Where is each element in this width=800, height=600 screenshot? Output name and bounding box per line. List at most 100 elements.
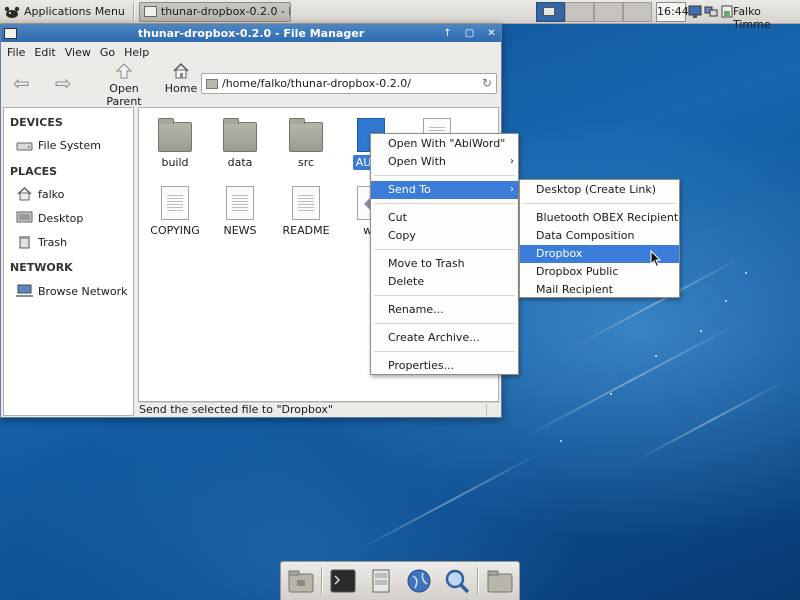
network-folder-icon (16, 284, 33, 297)
menu-cut[interactable]: Cut (371, 209, 518, 227)
sidebar-header-devices: DEVICES (10, 116, 63, 129)
desktop-sparkle (745, 272, 747, 274)
desktop-sparkle (725, 300, 727, 302)
user-name[interactable]: Falko Timme (733, 5, 800, 31)
folder-icon (158, 118, 192, 152)
workspace-1[interactable] (536, 2, 565, 22)
maximize-button[interactable]: ▢ (463, 27, 476, 40)
taskbar-window-button[interactable]: thunar-dropbox-0.2.0 - F... (138, 1, 291, 22)
menu-file[interactable]: File (4, 46, 31, 59)
menu-delete[interactable]: Delete (371, 273, 518, 291)
back-button[interactable]: ⇦ (13, 72, 30, 94)
network-icon[interactable] (704, 3, 718, 19)
menu-help[interactable]: Help (121, 46, 155, 59)
desktop-light-streak (352, 448, 548, 554)
folder-icon[interactable] (486, 568, 514, 594)
menu-edit[interactable]: Edit (31, 46, 61, 59)
folder-icon (206, 78, 218, 89)
applications-menu-button[interactable]: Applications Menu (0, 1, 131, 23)
status-bar: Send the selected file to "Dropbox" (138, 402, 499, 416)
search-icon[interactable] (443, 568, 471, 594)
mouse-cursor-icon (650, 250, 662, 268)
menu-bluetooth-obex[interactable]: Bluetooth OBEX Recipient (520, 209, 679, 227)
reload-icon[interactable]: ↻ (482, 76, 492, 90)
workspace-window-thumbnail (543, 7, 555, 16)
file-item-build[interactable]: build (145, 118, 205, 169)
file-item-copying[interactable]: COPYING (145, 186, 205, 237)
bottom-dock (280, 561, 520, 600)
sidebar-item-falko[interactable]: falko (16, 187, 64, 201)
menu-open-with-abiword[interactable]: Open With "AbiWord" (371, 135, 518, 153)
clock[interactable]: 16:44 (656, 2, 689, 22)
menu-separator (523, 203, 676, 204)
menu-go[interactable]: Go (97, 46, 121, 59)
workspace-4[interactable] (623, 2, 652, 22)
close-button[interactable]: ✕ (485, 27, 498, 40)
open-parent-button[interactable]: Open Parent (91, 62, 157, 108)
workspace-2[interactable] (565, 2, 594, 22)
menu-separator (374, 295, 515, 296)
file-manager-icon[interactable] (367, 568, 395, 594)
file-name: README (282, 224, 330, 237)
desktop-light-streak (514, 319, 746, 443)
sidebar-item-browse-network[interactable]: Browse Network (16, 284, 127, 298)
sidebar-item-label: falko (38, 187, 65, 201)
window-title: thunar-dropbox-0.2.0 - File Manager (137, 27, 365, 40)
dock-separator (321, 567, 323, 595)
folder-icon (223, 118, 257, 152)
menu-item-label: Open With (388, 155, 446, 168)
desktop-light-streak (630, 377, 790, 465)
battery-icon[interactable] (720, 3, 734, 19)
applications-menu-label: Applications Menu (24, 5, 125, 18)
menu-separator (374, 175, 515, 176)
network-monitor-icon[interactable] (688, 3, 702, 19)
menu-move-to-trash[interactable]: Move to Trash (371, 255, 518, 273)
sidebar-item-label: Browse Network (38, 284, 128, 298)
menu-view[interactable]: View (62, 46, 97, 59)
workspace-3[interactable] (594, 2, 623, 22)
roll-up-button[interactable]: ↑ (441, 27, 454, 40)
sidebar-item-trash[interactable]: Trash (16, 235, 67, 249)
menu-desktop-create-link[interactable]: Desktop (Create Link) (520, 181, 679, 199)
web-browser-icon[interactable] (405, 568, 433, 594)
submenu-arrow-icon: › (510, 156, 514, 167)
sidebar-item-file-system[interactable]: File System (16, 138, 101, 152)
menu-separator (374, 323, 515, 324)
file-item-news[interactable]: NEWS (210, 186, 270, 237)
top-panel: Applications Menu thunar-dropbox-0.2.0 -… (0, 0, 800, 31)
home-button[interactable]: Home (161, 62, 201, 95)
location-bar[interactable]: /home/falko/thunar-dropbox-0.2.0/ ↻ (201, 73, 497, 94)
sidebar-item-desktop[interactable]: Desktop (16, 211, 83, 225)
document-icon (161, 186, 189, 220)
menu-data-composition[interactable]: Data Composition (520, 227, 679, 245)
sidebar-item-label: Desktop (38, 211, 84, 225)
file-item-data[interactable]: data (210, 118, 270, 169)
dock-separator (477, 567, 479, 595)
menu-copy[interactable]: Copy (371, 227, 518, 245)
file-item-readme[interactable]: README (276, 186, 336, 237)
send-to-submenu: Desktop (Create Link) Bluetooth OBEX Rec… (519, 179, 680, 298)
menu-open-with[interactable]: Open With › (371, 153, 518, 171)
file-item-src[interactable]: src (276, 118, 336, 169)
sidebar-item-label: File System (38, 138, 101, 152)
menu-mail-recipient[interactable]: Mail Recipient (520, 281, 679, 299)
home-label: Home (164, 82, 198, 95)
menu-create-archive[interactable]: Create Archive... (371, 329, 518, 347)
document-icon (292, 186, 320, 220)
sidebar-header-places: PLACES (10, 165, 58, 178)
folder-icon[interactable] (287, 568, 315, 594)
terminal-icon[interactable] (329, 568, 357, 594)
forward-button[interactable]: ⇨ (55, 72, 72, 94)
window-titlebar[interactable]: thunar-dropbox-0.2.0 - File Manager ↑ ▢ … (1, 25, 501, 42)
menu-send-to[interactable]: Send To › (371, 181, 518, 199)
folder-icon (289, 118, 323, 152)
file-name: build (161, 156, 189, 169)
menu-properties[interactable]: Properties... (371, 357, 518, 375)
home-icon (173, 62, 189, 79)
menu-rename[interactable]: Rename... (371, 301, 518, 319)
sidebar-item-label: Trash (38, 235, 68, 249)
status-text: Send the selected file to "Dropbox" (139, 403, 333, 416)
resize-grip[interactable] (486, 404, 497, 416)
document-icon (226, 186, 254, 220)
desktop-sparkle (655, 355, 657, 357)
